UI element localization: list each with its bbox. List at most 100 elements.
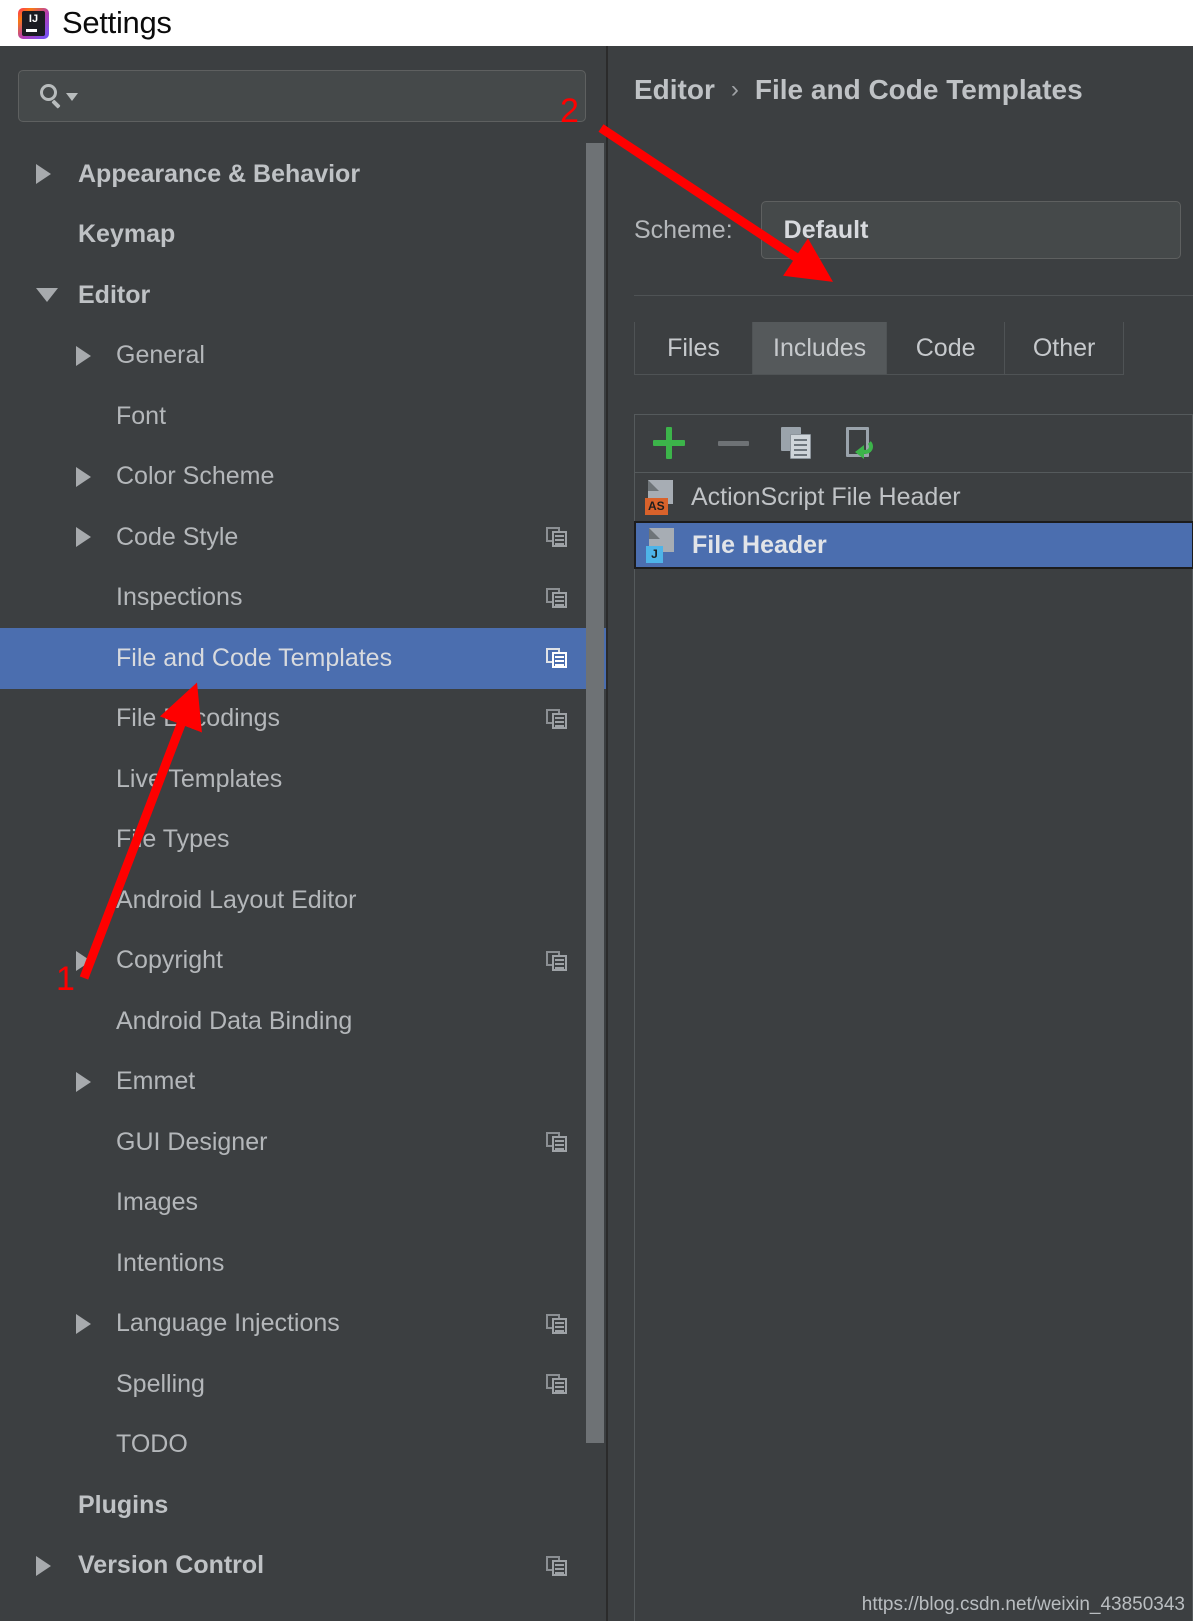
sidebar-item-keymap[interactable]: Keymap — [0, 205, 606, 266]
sidebar-item-general[interactable]: General — [0, 326, 606, 387]
file-template-icon: J — [646, 527, 680, 563]
window-title: Settings — [62, 5, 172, 40]
chevron-right-icon[interactable] — [76, 1313, 91, 1334]
sidebar-item-label: Spelling — [116, 1369, 205, 1398]
settings-tree: Appearance & Behavior Keymap Editor General… — [0, 144, 606, 1597]
list-item-label: ActionScript File Header — [691, 482, 961, 511]
sidebar-item-label: Editor — [78, 280, 151, 309]
tab-code[interactable]: Code — [887, 322, 1006, 374]
tab-other[interactable]: Other — [1005, 322, 1124, 374]
project-scope-icon — [546, 527, 568, 548]
divider — [634, 295, 1193, 296]
breadcrumb: Editor › File and Code Templates — [634, 74, 1083, 106]
sidebar-item-file-encodings[interactable]: File Encodings — [0, 689, 606, 750]
watermark: https://blog.csdn.net/weixin_43850343 — [861, 1594, 1185, 1615]
sidebar-item-gui-designer[interactable]: GUI Designer — [0, 1112, 606, 1173]
tab-label: Code — [915, 333, 976, 362]
chevron-right-icon[interactable] — [76, 466, 91, 487]
chevron-right-icon[interactable] — [76, 345, 91, 366]
sidebar-item-label: Language Injections — [116, 1309, 340, 1338]
sidebar-item-inspections[interactable]: Inspections — [0, 568, 606, 629]
settings-sidebar: Appearance & Behavior Keymap Editor General… — [0, 46, 608, 1621]
sidebar-item-appearance-behavior[interactable]: Appearance & Behavior — [0, 144, 606, 205]
scheme-select[interactable]: Default — [760, 201, 1181, 259]
sidebar-item-language-injections[interactable]: Language Injections — [0, 1294, 606, 1355]
sidebar-item-file-types[interactable]: File Types — [0, 810, 606, 871]
title-bar: IJ Settings — [0, 0, 1193, 46]
annotation-number-2: 2 — [560, 92, 579, 130]
search-icon — [39, 83, 65, 109]
annotation-number-1: 1 — [56, 960, 75, 998]
sidebar-item-label: File Types — [116, 825, 230, 854]
project-scope-icon — [546, 648, 568, 669]
reset-icon[interactable] — [845, 426, 879, 461]
sidebar-item-label: File and Code Templates — [116, 643, 393, 672]
scheme-row: Scheme: Default — [634, 201, 1181, 259]
sidebar-item-label: Images — [116, 1188, 198, 1217]
sidebar-item-android-layout-editor[interactable]: Android Layout Editor — [0, 870, 606, 931]
settings-main-panel: Editor › File and Code Templates Scheme:… — [610, 46, 1193, 1621]
sidebar-item-label: Intentions — [116, 1248, 225, 1277]
plus-icon[interactable] — [653, 426, 687, 461]
sidebar-item-label: Code Style — [116, 522, 239, 551]
chevron-right-icon[interactable] — [76, 1071, 91, 1092]
sidebar-item-file-and-code-templates[interactable]: File and Code Templates — [0, 628, 606, 689]
list-item[interactable]: J File Header — [634, 521, 1193, 569]
list-item[interactable]: AS ActionScript File Header — [635, 473, 1192, 521]
breadcrumb-parent[interactable]: Editor — [634, 74, 715, 106]
sidebar-item-label: Version Control — [78, 1551, 265, 1580]
sidebar-item-live-templates[interactable]: Live Templates — [0, 749, 606, 810]
settings-dialog: IJ Settings Appearance & Behavior Keymap E… — [0, 0, 1193, 1621]
sidebar-item-label: GUI Designer — [116, 1127, 268, 1156]
sidebar-item-label: Font — [116, 401, 167, 430]
breadcrumb-current: File and Code Templates — [754, 74, 1083, 105]
file-template-icon: AS — [645, 479, 679, 515]
tab-includes[interactable]: Includes — [753, 322, 888, 374]
template-list: AS ActionScript File Header J File Header — [634, 473, 1193, 569]
project-scope-icon — [546, 1555, 568, 1576]
sidebar-item-label: File Encodings — [116, 704, 280, 733]
search-input[interactable] — [78, 84, 585, 108]
chevron-down-icon[interactable] — [36, 288, 58, 303]
template-tabs: Files Includes Code Other — [634, 322, 1125, 375]
file-type-badge: J — [646, 546, 663, 563]
tab-files[interactable]: Files — [635, 322, 753, 374]
copy-icon[interactable] — [781, 426, 815, 461]
sidebar-item-spelling[interactable]: Spelling — [0, 1354, 606, 1415]
project-scope-icon — [546, 1313, 568, 1334]
chevron-right-icon[interactable] — [36, 164, 51, 185]
sidebar-item-font[interactable]: Font — [0, 386, 606, 447]
sidebar-item-android-data-binding[interactable]: Android Data Binding — [0, 991, 606, 1052]
sidebar-item-label: Copyright — [116, 946, 223, 975]
sidebar-item-label: Android Data Binding — [116, 1006, 353, 1035]
chevron-right-icon[interactable] — [76, 527, 91, 548]
search-box[interactable] — [18, 70, 586, 122]
project-scope-icon — [546, 708, 568, 729]
scheme-label: Scheme: — [634, 215, 733, 244]
sidebar-item-todo[interactable]: TODO — [0, 1415, 606, 1476]
sidebar-item-code-style[interactable]: Code Style — [0, 507, 606, 568]
sidebar-item-label: Android Layout Editor — [116, 885, 357, 914]
sidebar-item-label: Inspections — [116, 583, 243, 612]
sidebar-item-copyright[interactable]: Copyright — [0, 931, 606, 992]
sidebar-item-plugins[interactable]: Plugins — [0, 1475, 606, 1536]
sidebar-item-intentions[interactable]: Intentions — [0, 1233, 606, 1294]
project-scope-icon — [546, 1374, 568, 1395]
project-scope-icon — [546, 1132, 568, 1153]
sidebar-item-editor[interactable]: Editor — [0, 265, 606, 326]
scheme-value: Default — [783, 215, 869, 244]
sidebar-item-version-control[interactable]: Version Control — [0, 1536, 606, 1597]
sidebar-scrollbar[interactable] — [586, 143, 604, 1443]
file-type-badge: AS — [645, 498, 668, 515]
sidebar-item-label: Keymap — [78, 220, 176, 249]
sidebar-item-label: General — [116, 341, 205, 370]
minus-icon[interactable] — [717, 427, 751, 461]
chevron-right-icon[interactable] — [36, 1555, 51, 1576]
sidebar-item-label: Live Templates — [116, 764, 283, 793]
chevron-down-icon[interactable] — [66, 93, 78, 101]
sidebar-item-emmet[interactable]: Emmet — [0, 1052, 606, 1113]
sidebar-item-images[interactable]: Images — [0, 1173, 606, 1234]
sidebar-item-color-scheme[interactable]: Color Scheme — [0, 447, 606, 508]
chevron-right-icon[interactable] — [76, 950, 91, 971]
sidebar-item-label: Appearance & Behavior — [78, 159, 361, 188]
